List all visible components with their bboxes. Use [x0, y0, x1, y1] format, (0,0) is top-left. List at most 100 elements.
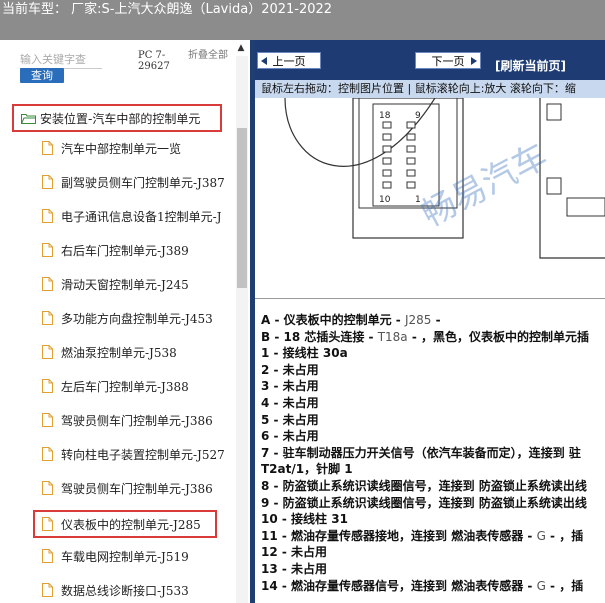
document-icon: [42, 141, 53, 155]
pin-label-10: 10: [379, 195, 391, 205]
scroll-up-icon[interactable]: ▲: [236, 42, 246, 54]
pc-label: PC 7-29627: [138, 50, 170, 72]
tree-item[interactable]: 左后车门控制单元-J388: [42, 376, 236, 400]
line-main: 2 - 未占用: [261, 362, 319, 377]
tree-item[interactable]: 右后车门控制单元-J389: [42, 240, 236, 264]
line-main: 13 - 未占用: [261, 562, 328, 576]
search-button[interactable]: 查询: [20, 68, 64, 83]
line-code: T18a: [377, 329, 408, 344]
pin-description-line: 3 - 未占用: [261, 378, 319, 394]
tree-item-label: 右后车门控制单元-J389: [61, 244, 189, 258]
tree-item[interactable]: 燃油泵控制单元-J538: [42, 342, 236, 366]
refresh-page-button[interactable]: [刷新当前页]: [495, 57, 566, 74]
line-tail: - ，插: [545, 578, 584, 593]
pin-description-line: 14 - 燃油存量传感器信号，连接到 燃油表传感器 - G - ，插: [261, 578, 583, 594]
line-main: 9 - 防盗锁止系统识读线圈信号，连接到 防盗锁止系统读出线: [261, 495, 587, 510]
line-tail: - ，插: [545, 528, 584, 543]
tree-root-item[interactable]: 安装位置-汽车中部的控制单元: [12, 104, 222, 132]
pin-description-line: 10 - 接线柱 31: [261, 511, 348, 527]
line-main: 7 - 驻车制动器压力开关信号（依汽车装备而定），连接到 驻: [261, 445, 581, 460]
next-page-label: 下一页: [431, 55, 465, 68]
pin-label-9: 9: [415, 111, 421, 121]
tree-item-label: 汽车中部控制单元一览: [61, 142, 182, 156]
tree-item-label: 数据总线诊断接口-J533: [61, 584, 189, 598]
line-main: 3 - 未占用: [261, 379, 319, 394]
search-input[interactable]: [20, 52, 100, 66]
document-icon: [42, 481, 53, 495]
pin-description-line: A - 仪表板中的控制单元 - J285 -: [261, 312, 441, 328]
document-icon: [42, 413, 53, 427]
tree-item-label: 多功能方向盘控制单元-J453: [61, 312, 213, 326]
tree-item-label: 滑动天窗控制单元-J245: [61, 278, 189, 292]
line-tail: -: [431, 313, 441, 327]
tree-item-label: 车载电网控制单元-J519: [61, 550, 189, 564]
document-icon: [42, 447, 53, 461]
pin-description-line: 11 - 燃油存量传感器接地，连接到 燃油表传感器 - G - ，插: [261, 528, 583, 544]
line-code: J285: [404, 313, 432, 327]
tree-item[interactable]: 副驾驶员侧车门控制单元-J387: [42, 172, 236, 196]
title-text: 当前车型： 厂家:S-上汽大众朗逸（Lavida）2021-2022: [2, 2, 333, 17]
line-main: 6 - 未占用: [261, 429, 319, 444]
viewer-panel: 上一页 下一页 [刷新当前页] 鼠标左右拖动：控制图片位置 | 鼠标滚轮向上:放…: [255, 40, 605, 603]
pin-description-line: 1 - 接线柱 30a: [261, 345, 348, 361]
pin-description-line: 12 - 未占用: [261, 544, 327, 560]
prev-page-label: 上一页: [272, 55, 306, 68]
pin-description-line: B - 18 芯插头连接 - T18a - ，黑色，仪表板中的控制单元插: [261, 329, 589, 345]
line-main: 8 - 防盗锁止系统识读线圈信号，连接到 防盗锁止系统读出线: [261, 479, 587, 493]
document-icon: [42, 175, 53, 189]
tree-item[interactable]: 数据总线诊断接口-J533: [42, 580, 236, 603]
tree-item-label: 燃油泵控制单元-J538: [61, 346, 177, 360]
arrow-left-icon: [261, 57, 267, 65]
tree-item-label: 仪表板中的控制单元-J285: [61, 518, 201, 532]
search-area: 查询 PC 7-29627 折叠全部: [0, 40, 250, 90]
tree-item-selected[interactable]: 仪表板中的控制单元-J285: [33, 510, 217, 538]
pin-description-line: 13 - 未占用: [261, 561, 327, 577]
pin-description-line: 4 - 未占用: [261, 395, 319, 411]
pin-description-line: 2 - 未占用: [261, 362, 319, 378]
pin-description-line: 6 - 未占用: [261, 428, 319, 444]
scrollbar-thumb[interactable]: [237, 128, 247, 288]
tree-item[interactable]: 驾驶员侧车门控制单元-J386: [42, 410, 236, 434]
collapse-all-button[interactable]: 折叠全部: [188, 50, 228, 61]
tree-item[interactable]: 转向柱电子装置控制单元-J527: [42, 444, 236, 468]
tree-item[interactable]: 驾驶员侧车门控制单元-J386: [42, 478, 236, 502]
line-main: 10 - 接线柱 31: [261, 512, 348, 527]
tree-item-label: 驾驶员侧车门控制单元-J386: [61, 414, 213, 428]
pin-description-line: 9 - 防盗锁止系统识读线圈信号，连接到 防盗锁止系统读出线: [261, 495, 587, 511]
line-main: 14 - 燃油存量传感器信号，连接到 燃油表传感器 -: [261, 578, 537, 593]
line-main: 5 - 未占用: [261, 412, 319, 427]
left-panel: 查询 PC 7-29627 折叠全部 ▲ 安装位置-汽车中部的控制单元 汽车中部…: [0, 40, 250, 603]
tree-item[interactable]: 电子通讯信息设备1控制单元-J: [42, 206, 236, 230]
document-icon: [42, 379, 53, 393]
line-code: G: [536, 578, 546, 593]
tree-item[interactable]: 多功能方向盘控制单元-J453: [42, 308, 236, 332]
next-page-button[interactable]: 下一页: [415, 52, 481, 69]
document-icon: [42, 243, 53, 257]
tree-item-label: 驾驶员侧车门控制单元-J386: [61, 482, 213, 496]
line-code: G: [536, 528, 546, 543]
tree-item-label: 左后车门控制单元-J388: [61, 380, 189, 394]
tree-item[interactable]: 滑动天窗控制单元-J245: [42, 274, 236, 298]
tree-item-label: 副驾驶员侧车门控制单元-J387: [61, 176, 225, 190]
document-icon: [42, 345, 53, 359]
document-icon: [42, 549, 53, 563]
tree-root-label: 安装位置-汽车中部的控制单元: [40, 112, 201, 126]
tree-item[interactable]: 汽车中部控制单元一览: [42, 138, 236, 162]
document-icon: [42, 209, 53, 223]
document-icon: [42, 277, 53, 291]
pin-description-line: 5 - 未占用: [261, 412, 319, 428]
line-main: 1 - 接线柱 30a: [261, 346, 348, 361]
document-icon: [42, 583, 53, 597]
document-icon: [42, 517, 53, 531]
line-main: T2at/1，针脚 1: [261, 462, 353, 477]
line-main: 12 - 未占用: [261, 545, 328, 560]
prev-page-button[interactable]: 上一页: [257, 52, 321, 69]
tree-item[interactable]: 车载电网控制单元-J519: [42, 546, 236, 570]
document-icon: [42, 311, 53, 325]
line-main: B - 18 芯插头连接 -: [261, 329, 378, 344]
pin-description-line: 7 - 驻车制动器压力开关信号（依汽车装备而定），连接到 驻: [261, 445, 581, 461]
diagram-separator: [255, 298, 605, 299]
folder-open-icon: [21, 114, 36, 124]
pin-label-18: 18: [379, 111, 391, 121]
connector-diagram[interactable]: 18 9 10 1 畅易汽车: [255, 97, 605, 298]
